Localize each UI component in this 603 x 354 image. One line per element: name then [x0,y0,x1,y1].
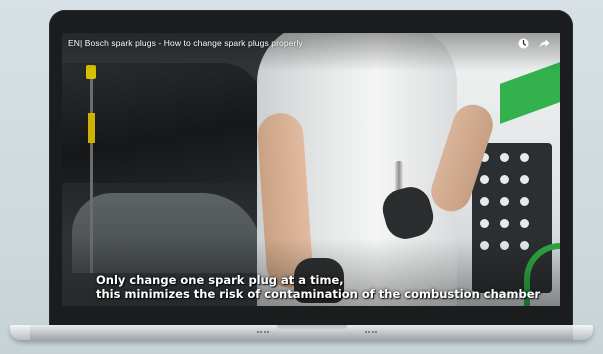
base-vent-right [365,331,377,335]
watch-later-icon[interactable] [518,38,529,49]
video-vignette [62,33,560,306]
video-top-actions [518,38,550,49]
subtitle-line-1: Only change one spark plug at a time, [96,273,344,287]
video-player[interactable]: EN| Bosch spark plugs - How to change sp… [62,33,560,306]
stage: EN| Bosch spark plugs - How to change sp… [0,0,603,354]
subtitle-line-2: this minimizes the risk of contamination… [96,287,541,301]
base-left-edge [10,325,30,340]
base-vent-left [257,331,269,335]
base-right-edge [573,325,593,340]
video-top-bar: EN| Bosch spark plugs - How to change sp… [62,33,560,53]
share-icon[interactable] [539,38,550,49]
base-notch [277,325,347,331]
subtitle-box: Only change one spark plug at a time, th… [96,273,556,301]
video-frame [62,33,560,306]
video-title[interactable]: EN| Bosch spark plugs - How to change sp… [68,38,303,48]
laptop-base [10,325,593,340]
